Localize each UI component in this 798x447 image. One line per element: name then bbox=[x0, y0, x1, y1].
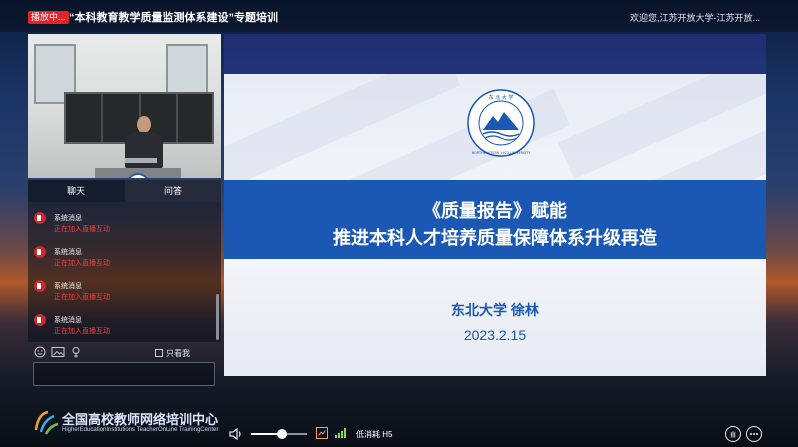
more-options-icon[interactable] bbox=[746, 426, 762, 442]
chat-toolbar bbox=[28, 342, 221, 362]
megaphone-icon bbox=[34, 246, 46, 258]
course-title: “本科教育教学质量监测体系建设”专题培训 bbox=[69, 12, 278, 24]
brand-subtitle: HigherEducationInstitutions TeacherOnLin… bbox=[62, 427, 219, 433]
flower-icon[interactable] bbox=[70, 346, 82, 358]
chat-list: 系统消息 正在加入直播互动 系统消息 正在加入直播互动 系统消息 正在加入直播互… bbox=[28, 202, 221, 342]
emoji-icon[interactable] bbox=[34, 346, 46, 358]
message-text: 正在加入直播互动 bbox=[54, 260, 110, 267]
megaphone-icon bbox=[34, 280, 46, 292]
image-icon[interactable] bbox=[51, 346, 65, 358]
only-me-label: 只看我 bbox=[166, 349, 190, 358]
playback-mode-label[interactable]: 低消耗 H5 bbox=[356, 429, 392, 440]
message-text: 正在加入直播互动 bbox=[54, 226, 110, 233]
top-bar: 播放中... “本科教育教学质量监测体系建设”专题培训 欢迎您,江苏开放大学-江… bbox=[0, 0, 798, 32]
signal-icon bbox=[335, 428, 346, 438]
brand-logo-icon bbox=[34, 410, 59, 435]
volume-icon[interactable] bbox=[228, 427, 244, 441]
university-logo-icon: 东 北 大 学 NORTHEASTERN 1923 UNIVERSITY bbox=[467, 89, 535, 157]
tab-chat[interactable]: 聊天 bbox=[28, 180, 124, 202]
logo-top-text: 东 北 大 学 bbox=[489, 94, 514, 101]
presentation-slide: 东 北 大 学 NORTHEASTERN 1923 UNIVERSITY 《质量… bbox=[224, 34, 766, 376]
megaphone-icon bbox=[34, 314, 46, 326]
message-text: 正在加入直播互动 bbox=[54, 328, 110, 335]
hand-raise-icon[interactable] bbox=[725, 426, 741, 442]
message-title: 系统消息 bbox=[54, 249, 82, 256]
slide-date: 2023.2.15 bbox=[463, 327, 527, 343]
logo-ring-text: NORTHEASTERN 1923 UNIVERSITY bbox=[472, 151, 531, 155]
live-status-badge: 播放中... bbox=[28, 11, 69, 24]
slide-title-line1: 《质量报告》赋能 bbox=[423, 201, 567, 221]
quality-icon[interactable] bbox=[316, 427, 328, 439]
list-item: 系统消息 正在加入直播互动 bbox=[28, 242, 208, 272]
chat-scrollbar[interactable] bbox=[216, 294, 219, 340]
list-item: 系统消息 正在加入直播互动 bbox=[28, 310, 208, 340]
welcome-text: 欢迎您,江苏开放大学-江苏开放... bbox=[630, 13, 760, 23]
message-title: 系统消息 bbox=[54, 283, 82, 290]
slide-title-line2: 推进本科人才培养质量保障体系升级再造 bbox=[333, 228, 657, 248]
message-title: 系统消息 bbox=[54, 317, 82, 324]
megaphone-icon bbox=[34, 212, 46, 224]
brand-title: 全国高校教师网络培训中心 bbox=[62, 412, 219, 427]
list-item: 系统消息 正在加入直播互动 bbox=[28, 208, 208, 238]
chat-input[interactable] bbox=[33, 362, 215, 386]
speaker-video[interactable] bbox=[28, 34, 221, 178]
tab-qa[interactable]: 问答 bbox=[125, 180, 221, 202]
message-text: 正在加入直播互动 bbox=[54, 294, 110, 301]
speaker-laptop bbox=[125, 158, 157, 163]
list-item: 系统消息 正在加入直播互动 bbox=[28, 276, 208, 306]
volume-slider-knob[interactable] bbox=[276, 429, 287, 439]
only-me-checkbox[interactable] bbox=[155, 349, 163, 357]
slide-speaker: 东北大学 徐林 bbox=[451, 302, 539, 318]
message-title: 系统消息 bbox=[54, 215, 82, 222]
speaker-head bbox=[137, 116, 151, 133]
sidebar-tabs: 聊天 问答 bbox=[28, 180, 221, 202]
